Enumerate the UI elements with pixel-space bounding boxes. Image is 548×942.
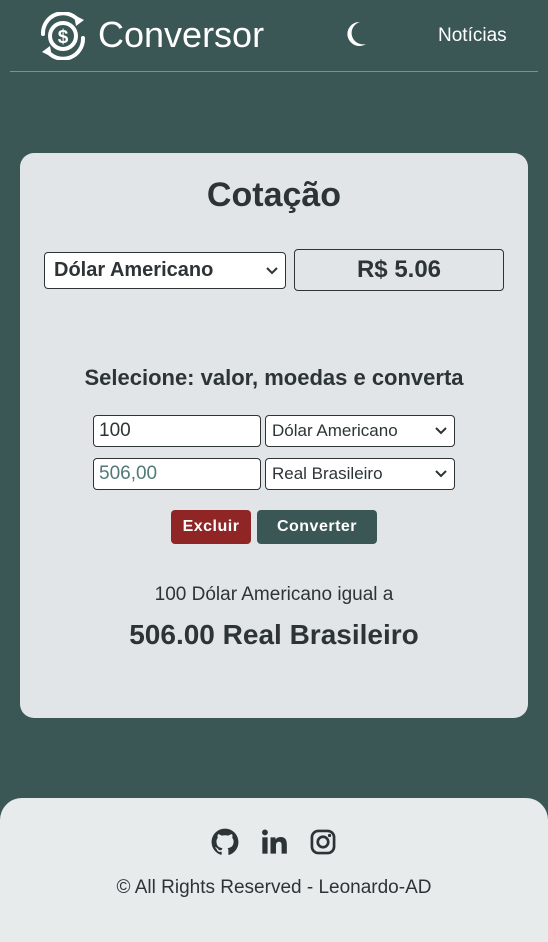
news-link[interactable]: Notícias [438, 25, 507, 47]
exchange-rate-display: R$ 5.06 [294, 249, 504, 291]
chevron-down-icon [266, 266, 278, 274]
to-currency-value: Real Brasileiro [272, 464, 383, 483]
svg-text:$: $ [58, 27, 69, 48]
convert-button[interactable]: Converter [257, 510, 377, 544]
header: $ Conversor Notícias [0, 0, 548, 72]
chevron-down-icon [435, 470, 447, 478]
linkedin-icon[interactable] [260, 828, 288, 856]
converter-card: Cotação Dólar Americano R$ 5.06 Selecion… [20, 153, 528, 718]
quote-title: Cotação [206, 176, 342, 214]
app-title: Conversor [98, 14, 265, 55]
to-currency-select[interactable]: Real Brasileiro [265, 458, 455, 490]
result-input[interactable]: 506,00 [93, 458, 261, 490]
chevron-down-icon [435, 427, 447, 435]
moon-icon[interactable] [344, 20, 368, 48]
instagram-icon[interactable] [309, 828, 337, 856]
header-divider [10, 71, 538, 72]
result-amount: 506.00 Real Brasileiro [129, 619, 419, 650]
from-currency-select[interactable]: Dólar Americano [265, 415, 455, 447]
quote-currency-value: Dólar Americano [54, 259, 214, 281]
from-currency-value: Dólar Americano [272, 421, 398, 440]
clear-button[interactable]: Excluir [171, 510, 251, 544]
converter-subtitle: Selecione: valor, moedas e converta [84, 365, 464, 390]
result-description: 100 Dólar Americano igual a [154, 584, 394, 605]
amount-input[interactable]: 100 [93, 415, 261, 447]
currency-exchange-icon[interactable]: $ [38, 12, 88, 60]
github-icon[interactable] [211, 828, 239, 856]
quote-currency-select[interactable]: Dólar Americano [44, 252, 286, 289]
copyright-text: © All Rights Reserved - Leonardo-AD [116, 877, 432, 898]
footer: © All Rights Reserved - Leonardo-AD [0, 798, 548, 942]
